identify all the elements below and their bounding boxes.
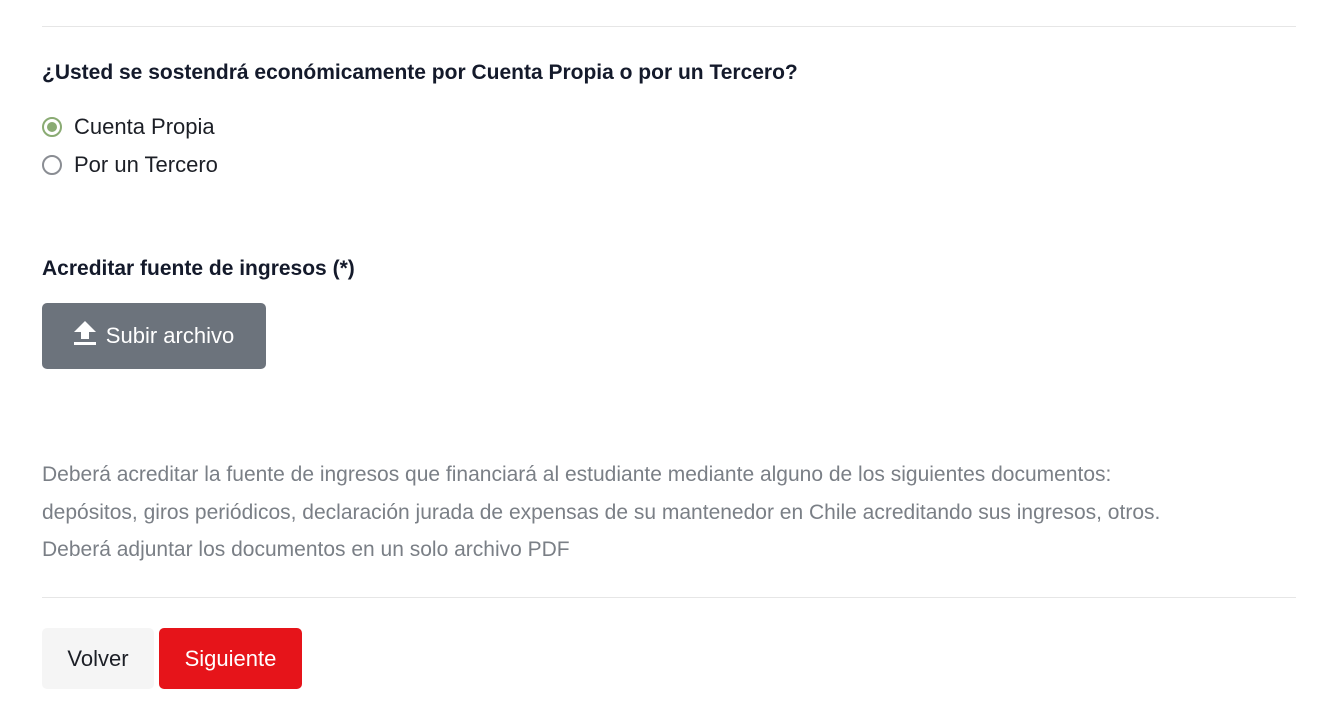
back-button[interactable]: Volver [42,628,154,689]
radio-label: Cuenta Propia [74,114,215,139]
help-text-line-1: Deberá acreditar la fuente de ingresos q… [42,463,1112,486]
bottom-divider [42,597,1296,598]
upload-file-button[interactable]: Subir archivo [42,303,266,369]
radio-dot [47,122,57,132]
help-text-line-3: Deberá adjuntar los documentos en un sol… [42,538,570,561]
radio-label: Por un Tercero [74,152,218,177]
upload-section-title: Acreditar fuente de ingresos (*) [42,257,355,280]
radio-button-checked[interactable] [42,117,62,137]
radio-option-por-un-tercero[interactable]: Por un Tercero [42,152,218,178]
radio-option-cuenta-propia[interactable]: Cuenta Propia [42,114,215,140]
top-divider [42,26,1296,27]
help-text: Deberá acreditar la fuente de ingresos q… [42,456,1302,569]
radio-button-unchecked[interactable] [42,155,62,175]
next-button[interactable]: Siguiente [159,628,302,689]
funding-question: ¿Usted se sostendrá económicamente por C… [42,61,798,84]
upload-button-label: Subir archivo [105,323,235,348]
upload-icon [73,321,96,345]
help-text-line-2: depósitos, giros periódicos, declaración… [42,500,1161,524]
form-page: ¿Usted se sostendrá económicamente por C… [0,0,1330,714]
